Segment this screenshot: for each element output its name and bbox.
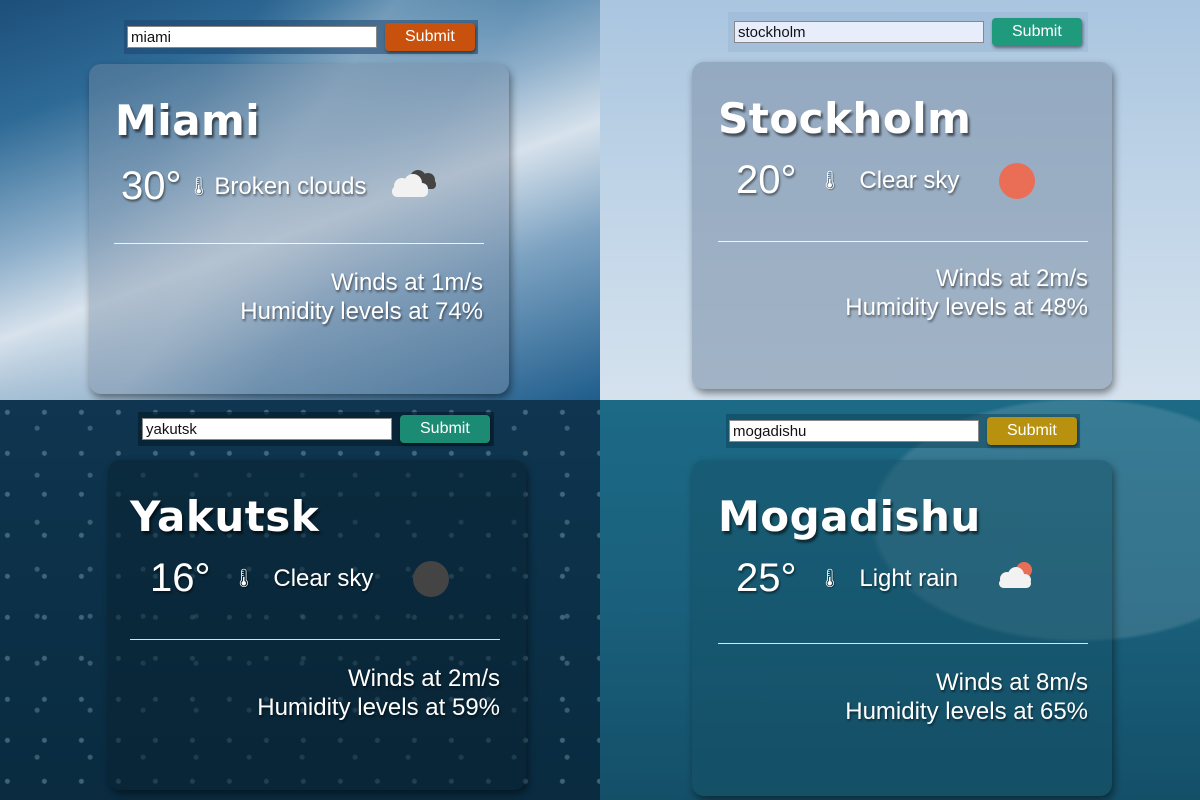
wind-speed: Winds at 2m/s (935, 265, 1088, 292)
broken-clouds-icon (366, 166, 440, 207)
city-search-input[interactable] (729, 420, 979, 442)
weather-description: Clear sky (273, 564, 374, 592)
submit-button[interactable]: Submit (385, 23, 475, 51)
thermometer-icon: 🌡 (232, 568, 256, 588)
conditions-row: 16° 🌡 Clear sky (150, 556, 450, 601)
stats: Winds at 2m/s Humidity levels at 48% (845, 264, 1088, 322)
submit-button[interactable]: Submit (987, 417, 1077, 445)
city-name: Mogadishu (718, 492, 981, 541)
conditions-row: 25° 🌡 Light rain (736, 556, 1038, 601)
city-search-input[interactable] (734, 21, 984, 43)
clear-sky-night-icon (413, 560, 450, 597)
stats: Winds at 1m/s Humidity levels at 74% (240, 268, 483, 326)
city-name: Stockholm (718, 94, 972, 143)
divider (114, 243, 484, 244)
weather-description: Clear sky (859, 166, 960, 194)
humidity: Humidity levels at 74% (240, 298, 483, 325)
light-rain-icon (958, 560, 1038, 597)
weather-description: Broken clouds (214, 172, 367, 200)
stats: Winds at 8m/s Humidity levels at 65% (845, 668, 1088, 726)
city-name: Yakutsk (130, 492, 320, 541)
search-bar: Submit (124, 20, 478, 54)
thermometer-icon: 🌡 (187, 176, 211, 196)
weather-card: Yakutsk 16° 🌡 Clear sky Winds at 2m/s Hu… (108, 460, 526, 790)
stats: Winds at 2m/s Humidity levels at 59% (257, 664, 500, 722)
wind-speed: Winds at 2m/s (347, 665, 500, 692)
weather-description: Light rain (859, 564, 959, 592)
submit-button[interactable]: Submit (992, 18, 1082, 46)
clear-sky-day-icon (999, 162, 1036, 199)
search-bar: Submit (728, 12, 1088, 52)
temperature: 20° (736, 158, 797, 202)
humidity: Humidity levels at 65% (845, 698, 1088, 725)
submit-button[interactable]: Submit (400, 415, 490, 443)
weather-panel-yakutsk: Submit Yakutsk 16° 🌡 Clear sky Winds at … (0, 400, 600, 800)
wind-speed: Winds at 1m/s (330, 269, 483, 296)
thermometer-icon: 🌡 (818, 170, 842, 190)
divider (130, 639, 500, 640)
search-bar: Submit (138, 412, 494, 446)
temperature: 16° (150, 556, 211, 600)
search-bar: Submit (726, 414, 1080, 448)
city-name: Miami (115, 96, 261, 145)
weather-card: Miami 30° 🌡 Broken clouds Winds at 1m/s … (89, 64, 509, 394)
divider (718, 241, 1088, 242)
conditions-row: 30° 🌡 Broken clouds (121, 164, 440, 209)
weather-panel-mogadishu: Submit Mogadishu 25° 🌡 Light rain Winds … (600, 400, 1200, 800)
divider (718, 643, 1088, 644)
temperature: 25° (736, 556, 797, 600)
humidity: Humidity levels at 48% (845, 294, 1088, 321)
city-search-input[interactable] (127, 26, 377, 48)
weather-card: Stockholm 20° 🌡 Clear sky Winds at 2m/s … (692, 62, 1112, 389)
city-search-input[interactable] (142, 418, 392, 440)
conditions-row: 20° 🌡 Clear sky (736, 158, 1036, 203)
temperature: 30° (121, 164, 182, 208)
weather-panel-stockholm: Submit Stockholm 20° 🌡 Clear sky Winds a… (600, 0, 1200, 400)
weather-panel-miami: Submit Miami 30° 🌡 Broken clouds (0, 0, 600, 400)
weather-card: Mogadishu 25° 🌡 Light rain Winds at 8m/s… (692, 460, 1112, 796)
wind-speed: Winds at 8m/s (935, 669, 1088, 696)
humidity: Humidity levels at 59% (257, 694, 500, 721)
thermometer-icon: 🌡 (818, 568, 842, 588)
